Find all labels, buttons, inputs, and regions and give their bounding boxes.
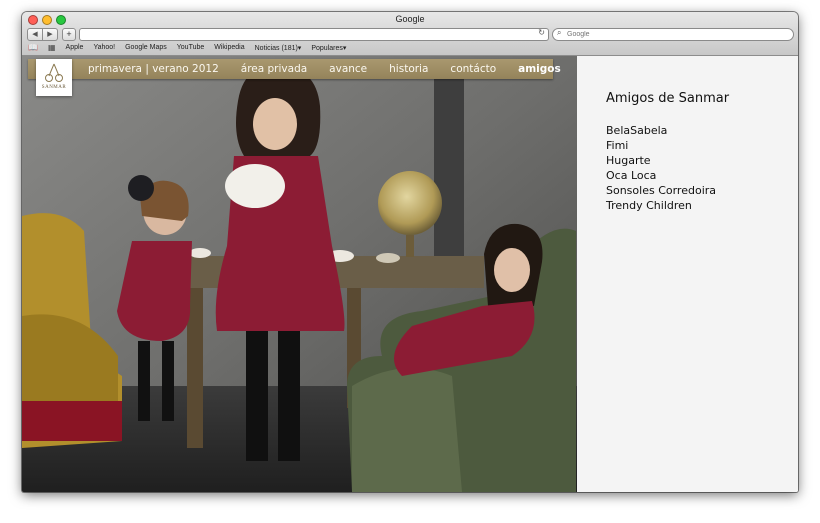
friend-link-oca-loca[interactable]: Oca Loca <box>606 168 716 183</box>
bookmark-apple[interactable]: Apple <box>66 44 84 51</box>
cherry-logo-icon <box>45 63 63 82</box>
brand-logo-text: SANMAR <box>41 85 67 90</box>
browser-toolbar: Google ◀ ▶ + ↻ ⌕ 📖 ▦ Apple Yahoo! Google… <box>22 12 798 56</box>
window-title: Google <box>395 14 425 24</box>
history-nav: ◀ ▶ <box>27 28 58 41</box>
site-navigation: SANMAR primavera | verano 2012 área priv… <box>28 59 561 96</box>
menu-item-contacto[interactable]: contácto <box>450 63 496 75</box>
forward-button[interactable]: ▶ <box>43 28 58 41</box>
top-sites-icon[interactable]: ▦ <box>48 43 56 52</box>
address-bar[interactable]: ↻ <box>79 28 549 41</box>
sidebar-title: Amigos de Sanmar <box>606 91 730 106</box>
brand-logo[interactable]: SANMAR <box>36 59 72 96</box>
friend-link-belasabela[interactable]: BelaSabela <box>606 123 716 138</box>
menu-item-area-privada[interactable]: área privada <box>241 63 307 75</box>
browser-window: Google ◀ ▶ + ↻ ⌕ 📖 ▦ Apple Yahoo! Google… <box>22 12 798 492</box>
friends-link-list: BelaSabela Fimi Hugarte Oca Loca Sonsole… <box>606 123 716 213</box>
reading-list-icon[interactable]: 📖 <box>28 43 38 52</box>
menu-item-avance[interactable]: avance <box>329 63 367 75</box>
bookmark-wikipedia[interactable]: Wikipedia <box>214 44 244 51</box>
bookmark-noticias[interactable]: Noticias (181)▾ <box>255 44 302 52</box>
back-button[interactable]: ◀ <box>27 28 43 41</box>
bookmarks-bar: 📖 ▦ Apple Yahoo! Google Maps YouTube Wik… <box>28 43 346 52</box>
menu-item-historia[interactable]: historia <box>389 63 428 75</box>
add-bookmark-button[interactable]: + <box>62 28 76 41</box>
search-field[interactable]: ⌕ <box>552 28 794 41</box>
friend-link-fimi[interactable]: Fimi <box>606 138 716 153</box>
friend-link-trendy-children[interactable]: Trendy Children <box>606 198 716 213</box>
hero-photo-illustration <box>22 56 577 492</box>
search-icon: ⌕ <box>557 28 562 37</box>
menu-item-amigos[interactable]: amigos <box>518 63 561 75</box>
main-menu: primavera | verano 2012 área privada ava… <box>88 59 577 79</box>
friend-link-sonsoles-corredoira[interactable]: Sonsoles Corredoira <box>606 183 716 198</box>
bookmark-yahoo[interactable]: Yahoo! <box>93 44 115 51</box>
page-viewport: SANMAR primavera | verano 2012 área priv… <box>22 56 798 492</box>
bookmark-youtube[interactable]: YouTube <box>177 44 205 51</box>
search-input[interactable] <box>567 29 787 40</box>
hero-photo: SANMAR primavera | verano 2012 área priv… <box>22 56 577 492</box>
menu-item-primavera-verano[interactable]: primavera | verano 2012 <box>88 63 219 75</box>
reload-icon[interactable]: ↻ <box>538 28 545 37</box>
bookmark-google-maps[interactable]: Google Maps <box>125 44 167 51</box>
friend-link-hugarte[interactable]: Hugarte <box>606 153 716 168</box>
bookmark-populares[interactable]: Populares▾ <box>311 44 346 52</box>
friends-sidebar: Amigos de Sanmar BelaSabela Fimi Hugarte… <box>577 56 798 492</box>
